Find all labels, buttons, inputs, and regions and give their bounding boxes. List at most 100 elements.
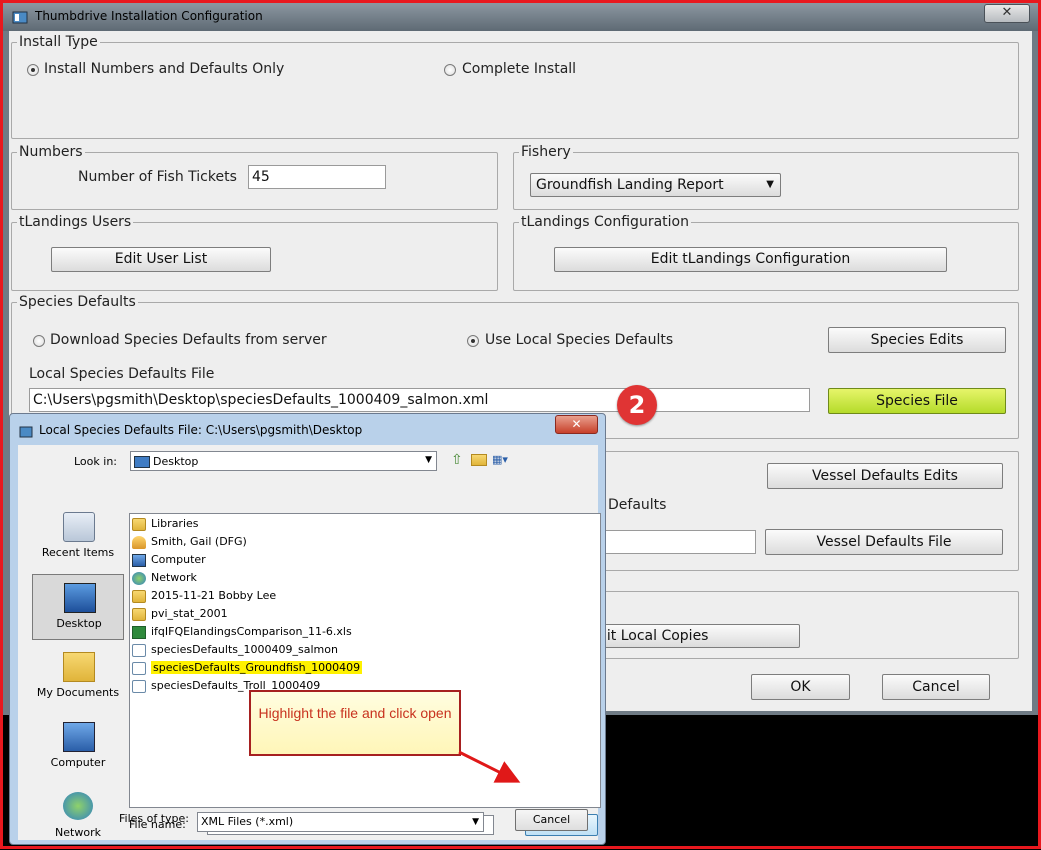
computer-icon [132, 553, 146, 567]
look-in-label: Look in: [74, 455, 117, 468]
tlandings-config-title: tLandings Configuration [519, 214, 691, 230]
download-species-label: Download Species Defaults from server [50, 332, 327, 348]
callout-arrow-icon [458, 750, 521, 783]
computer-icon [63, 722, 95, 752]
main-title-bar: Thumbdrive Installation Configuration ✕ [3, 3, 1038, 31]
vessel-defaults-label: Defaults [608, 497, 667, 513]
install-numbers-label: Install Numbers and Defaults Only [44, 61, 285, 77]
edit-tlandings-config-button[interactable]: Edit tLandings Configuration [554, 247, 947, 272]
recent-items-icon [63, 512, 95, 542]
tlandings-config-group: tLandings Configuration Edit tLandings C… [513, 214, 1019, 291]
ok-button[interactable]: OK [751, 674, 850, 700]
place-my-documents[interactable]: My Documents [32, 644, 124, 710]
my-documents-icon [63, 652, 95, 682]
look-in-value: Desktop [153, 455, 199, 468]
numbers-title: Numbers [17, 144, 85, 160]
list-item[interactable]: Smith, Gail (DFG) [132, 533, 247, 551]
fish-tickets-label: Number of Fish Tickets [78, 169, 237, 185]
list-item[interactable]: Computer [132, 551, 206, 569]
dialog-cancel-button[interactable]: Cancel [515, 809, 588, 831]
files-of-type-value: XML Files (*.xml) [201, 815, 294, 828]
list-item[interactable]: pvi_stat_2001 [132, 605, 228, 623]
new-folder-icon[interactable] [471, 454, 487, 466]
complete-install-radio[interactable] [444, 64, 456, 76]
vessel-defaults-file-input[interactable] [599, 530, 756, 554]
fishery-group: Fishery Groundfish Landing Report ▼ [513, 144, 1019, 210]
edit-user-list-button[interactable]: Edit User List [51, 247, 271, 272]
dialog-title-bar: Local Species Defaults File: C:\Users\pg… [10, 414, 605, 444]
list-item[interactable]: Network [132, 569, 197, 587]
list-item[interactable]: 2015-11-21 Bobby Lee [132, 587, 276, 605]
chevron-down-icon: ▼ [425, 455, 432, 465]
chevron-down-icon: ▼ [472, 817, 479, 827]
user-folder-icon [132, 535, 146, 549]
cancel-button[interactable]: Cancel [882, 674, 990, 700]
install-type-group: Install Type Install Numbers and Default… [11, 34, 1019, 139]
fish-tickets-input[interactable]: 45 [248, 165, 386, 189]
xml-file-icon [132, 679, 146, 693]
place-recent-items[interactable]: Recent Items [32, 504, 124, 570]
place-label: Recent Items [41, 546, 115, 559]
species-defaults-title: Species Defaults [17, 294, 138, 310]
dialog-close-button[interactable]: ✕ [555, 415, 598, 434]
app-icon [12, 11, 28, 24]
fishery-select[interactable]: Groundfish Landing Report ▼ [530, 173, 781, 197]
fishery-select-value: Groundfish Landing Report [536, 177, 724, 193]
files-of-type-select[interactable]: XML Files (*.xml) ▼ [197, 812, 484, 832]
file-name: 2015-11-21 Bobby Lee [151, 589, 277, 602]
local-species-file-label: Local Species Defaults File [29, 366, 215, 382]
file-name: Smith, Gail (DFG) [151, 535, 247, 548]
file-name: Libraries [151, 517, 199, 530]
desktop-icon [64, 583, 96, 613]
list-item[interactable]: Libraries [132, 515, 199, 533]
place-desktop[interactable]: Desktop [32, 574, 124, 640]
folder-icon [132, 607, 146, 621]
install-numbers-radio[interactable] [27, 64, 39, 76]
list-item[interactable]: speciesDefaults_1000409_salmon [132, 641, 338, 659]
place-label: My Documents [36, 686, 120, 699]
file-name: speciesDefaults_1000409_salmon [151, 643, 338, 656]
folder-icon [132, 517, 146, 531]
java-app-icon [19, 426, 33, 438]
close-icon: ✕ [571, 417, 582, 431]
place-computer[interactable]: Computer [32, 714, 124, 780]
edit-local-copies-button[interactable]: lit Local Copies [599, 624, 800, 648]
vessel-defaults-file-button[interactable]: Vessel Defaults File [765, 529, 1003, 555]
fishery-title: Fishery [519, 144, 573, 160]
place-label: Network [55, 826, 101, 839]
tlandings-users-group: tLandings Users Edit User List [11, 214, 498, 291]
vessel-defaults-edits-button[interactable]: Vessel Defaults Edits [767, 463, 1003, 489]
instruction-callout: Highlight the file and click open [249, 690, 461, 756]
local-species-label: Use Local Species Defaults [485, 332, 674, 348]
file-name: Computer [151, 553, 206, 566]
xml-file-icon [132, 661, 146, 675]
install-type-title: Install Type [17, 34, 100, 50]
view-menu-icon[interactable]: ▦▾ [492, 453, 514, 467]
files-of-type-label: Files of type: [119, 812, 190, 825]
close-icon: ✕ [1001, 5, 1013, 20]
place-label: Computer [50, 756, 106, 769]
xml-file-icon [132, 643, 146, 657]
close-button[interactable]: ✕ [984, 4, 1030, 23]
file-list: Libraries Smith, Gail (DFG) Computer Net… [129, 513, 601, 808]
local-species-radio[interactable] [467, 335, 479, 347]
dialog-title: Local Species Defaults File: C:\Users\pg… [39, 423, 363, 437]
network-icon [132, 571, 146, 585]
list-item-selected[interactable]: speciesDefaults_Groundfish_1000409 [132, 659, 363, 677]
chevron-down-icon: ▼ [766, 179, 774, 190]
local-species-file-input[interactable]: C:\Users\pgsmith\Desktop\speciesDefaults… [29, 388, 810, 412]
file-name: Network [151, 571, 197, 584]
download-species-radio[interactable] [33, 335, 45, 347]
species-edits-button[interactable]: Species Edits [828, 327, 1006, 353]
folder-icon [132, 589, 146, 603]
network-icon [63, 792, 93, 820]
excel-file-icon [132, 625, 146, 639]
look-in-select[interactable]: Desktop ▼ [130, 451, 437, 471]
place-network[interactable]: Network [32, 784, 124, 850]
tlandings-users-title: tLandings Users [17, 214, 134, 230]
up-folder-icon[interactable]: ⇧ [451, 452, 467, 468]
main-window-title: Thumbdrive Installation Configuration [35, 9, 263, 23]
places-bar: Recent Items Desktop My Documents Comput… [32, 512, 124, 840]
species-file-button[interactable]: Species File [828, 388, 1006, 414]
list-item[interactable]: ifqIFQElandingsComparison_11-6.xls [132, 623, 352, 641]
